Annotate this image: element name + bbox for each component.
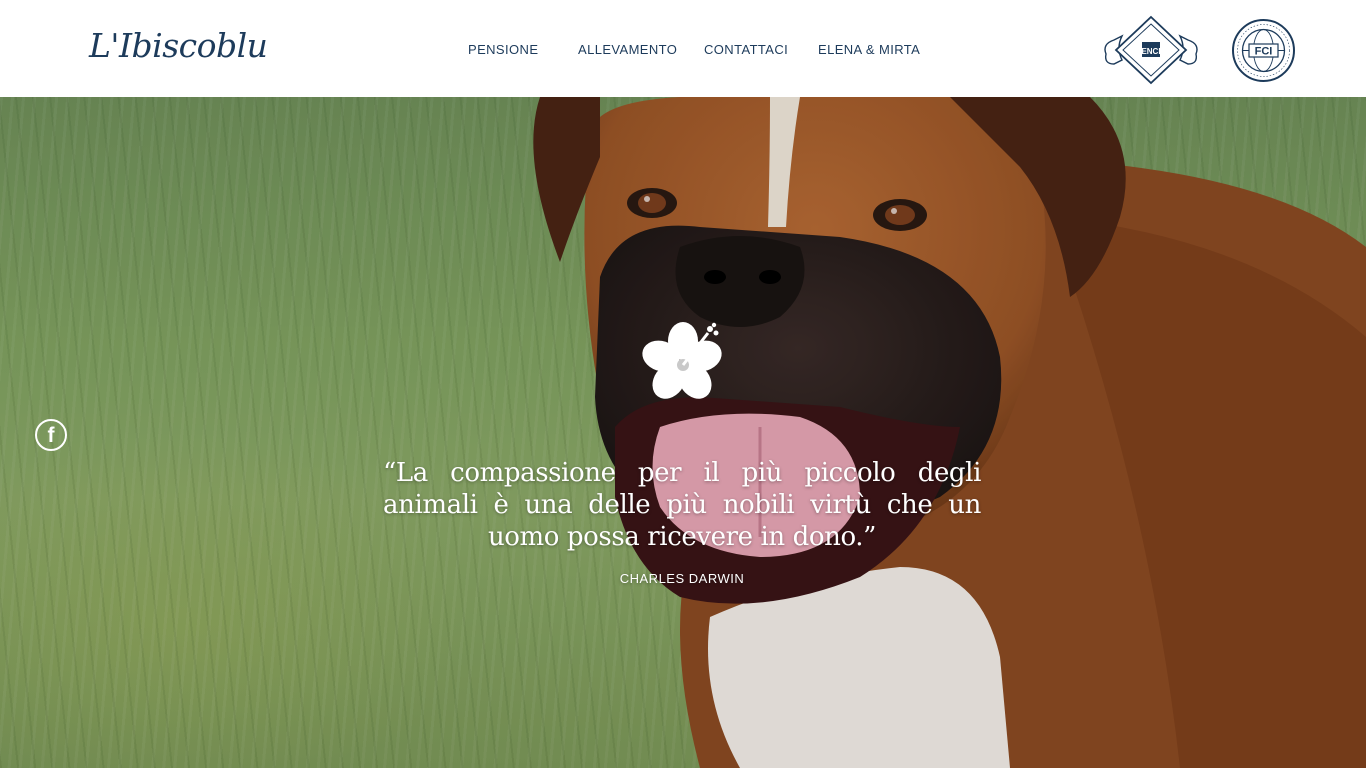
fci-badge-text: FCI <box>1255 46 1273 58</box>
nav-item-elena-mirta[interactable]: ELENA & MIRTA <box>818 40 920 60</box>
nav-item-contattaci[interactable]: CONTATTACI <box>704 40 788 60</box>
facebook-icon[interactable]: f <box>35 419 67 451</box>
enci-badge-logo[interactable]: ENCI <box>1100 14 1202 86</box>
site-logo[interactable]: L'Ibiscoblu <box>89 24 268 68</box>
site-header: L'Ibiscoblu PENSIONE ALLEVAMENTO CONTATT… <box>0 0 1366 97</box>
quote-author: CHARLES DARWIN <box>619 571 745 586</box>
enci-badge-text: ENCI <box>1141 47 1160 56</box>
hero-overlay <box>0 97 1366 768</box>
fci-badge-logo[interactable]: FCI <box>1231 18 1296 83</box>
hero-quote: “La compassione per il più piccolo degli… <box>383 458 981 552</box>
hibiscus-icon <box>642 322 722 399</box>
nav-item-pensione[interactable]: PENSIONE <box>468 40 538 60</box>
nav-item-allevamento[interactable]: ALLEVAMENTO <box>578 40 677 60</box>
hero-section: f “La compassione per il più piccolo deg… <box>0 97 1366 768</box>
